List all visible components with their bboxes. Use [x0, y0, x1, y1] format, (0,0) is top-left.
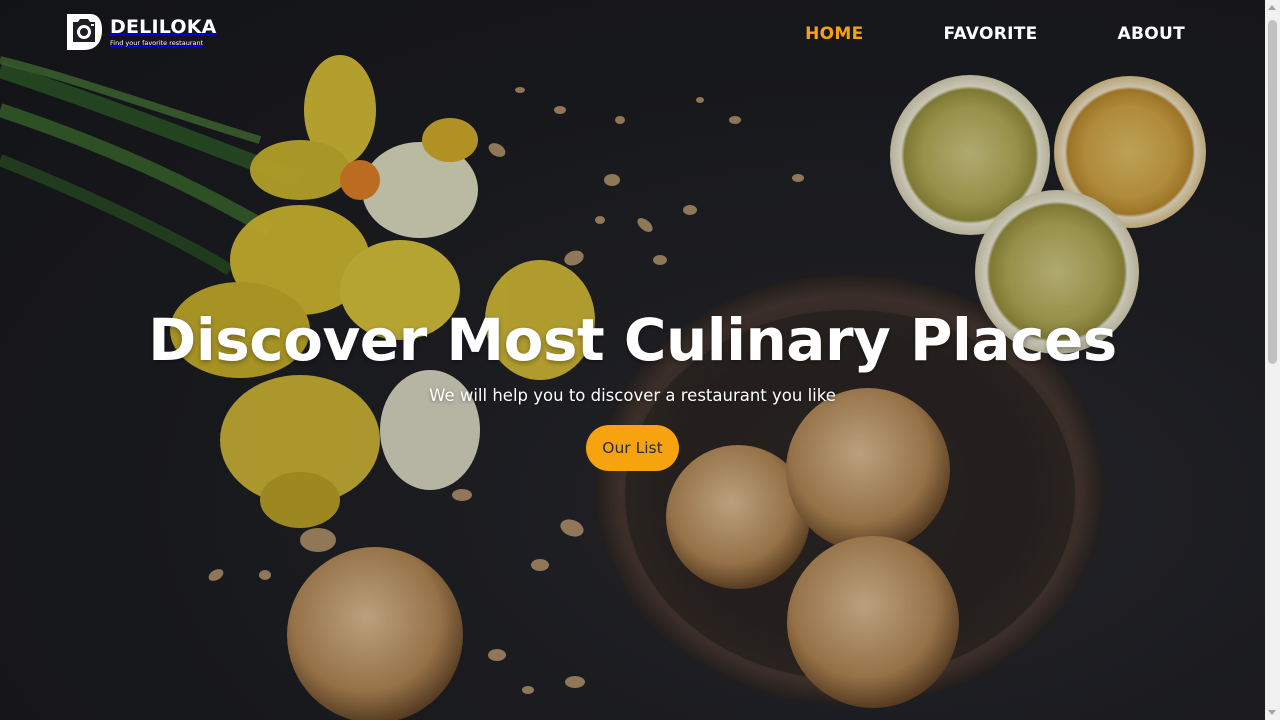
nav-link-favorite[interactable]: FAVORITE [944, 24, 1038, 44]
nav-link-about[interactable]: ABOUT [1118, 24, 1185, 44]
brand-text: DELILOKA Find your favorite restaurant [110, 15, 217, 47]
site-header: DELILOKA Find your favorite restaurant H… [0, 0, 1265, 68]
hero-title: Discover Most Culinary Places [148, 306, 1117, 374]
nav-item-favorite: FAVORITE [864, 24, 1038, 44]
page-scrollbar[interactable] [1265, 0, 1280, 720]
camera-logo-icon [67, 14, 102, 50]
nav-link-home[interactable]: HOME [805, 24, 863, 44]
nav-item-home: HOME [725, 24, 863, 44]
brand-tagline: Find your favorite restaurant [110, 38, 204, 47]
brand-logo-link[interactable]: DELILOKA Find your favorite restaurant [64, 12, 217, 52]
hero-subtitle: We will help you to discover a restauran… [429, 386, 836, 405]
scroll-up-arrow-icon[interactable] [1268, 5, 1276, 10]
our-list-button[interactable]: Our List [586, 425, 679, 471]
brand-name: DELILOKA [110, 15, 217, 38]
scrollbar-thumb[interactable] [1268, 20, 1277, 364]
nav-item-about: ABOUT [1038, 24, 1185, 44]
scroll-down-arrow-icon[interactable] [1268, 710, 1276, 715]
hero-content: Discover Most Culinary Places We will he… [0, 306, 1265, 471]
nav-list: HOME FAVORITE ABOUT [725, 24, 1185, 44]
